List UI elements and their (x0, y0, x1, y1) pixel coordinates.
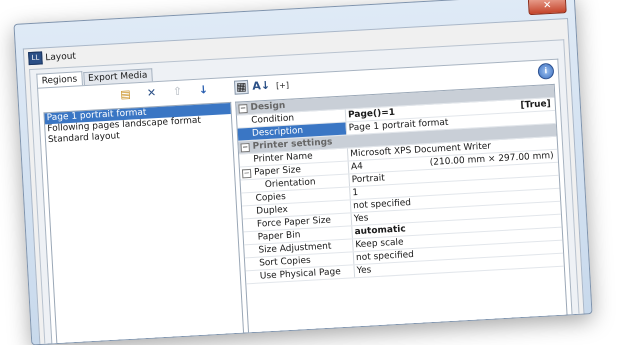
regions-toolbar: ▤ ✕ ⇧ ↓ (118, 82, 223, 102)
layout-window: ✕ LL Layout Regions Export Media ▤ ✕ ⇧ ↓ Page… (13, 0, 593, 345)
new-region-icon[interactable]: ▤ (118, 87, 133, 102)
dialog-title: LL Layout (28, 50, 76, 67)
layout-panel: Regions Export Media ▤ ✕ ⇧ ↓ Page 1 portrait… (28, 39, 580, 344)
paper-size-format: A4 (350, 161, 364, 173)
close-button[interactable]: ✕ (527, 0, 567, 16)
condition-result: [True] (520, 99, 552, 111)
window-client: LL Layout Regions Export Media ▤ ✕ ⇧ ↓ Page 1… (22, 17, 585, 344)
dialog-title-text: Layout (45, 51, 77, 64)
screenshot-scene: ✕ LL Layout Regions Export Media ▤ ✕ ⇧ ↓ Page… (0, 0, 622, 345)
move-up-icon[interactable]: ⇧ (170, 85, 185, 100)
info-icon[interactable]: i (537, 62, 555, 80)
sort-alpha-icon[interactable]: A↓ (252, 79, 270, 94)
delete-icon[interactable]: ✕ (144, 86, 159, 101)
app-icon: LL (28, 51, 43, 66)
regions-pane: ▤ ✕ ⇧ ↓ Page 1 portrait format Following pa… (37, 58, 573, 344)
regions-list[interactable]: Page 1 portrait format Following pages l… (43, 101, 245, 344)
condition-formula: Page()=1 (347, 107, 396, 121)
categorized-view-icon[interactable]: ▦ (233, 79, 249, 95)
property-grid: − Design Condition Page()=1 [True] Descri… (235, 83, 568, 333)
move-down-icon[interactable]: ↓ (196, 83, 211, 98)
expand-all-button[interactable]: [+] (276, 79, 290, 94)
